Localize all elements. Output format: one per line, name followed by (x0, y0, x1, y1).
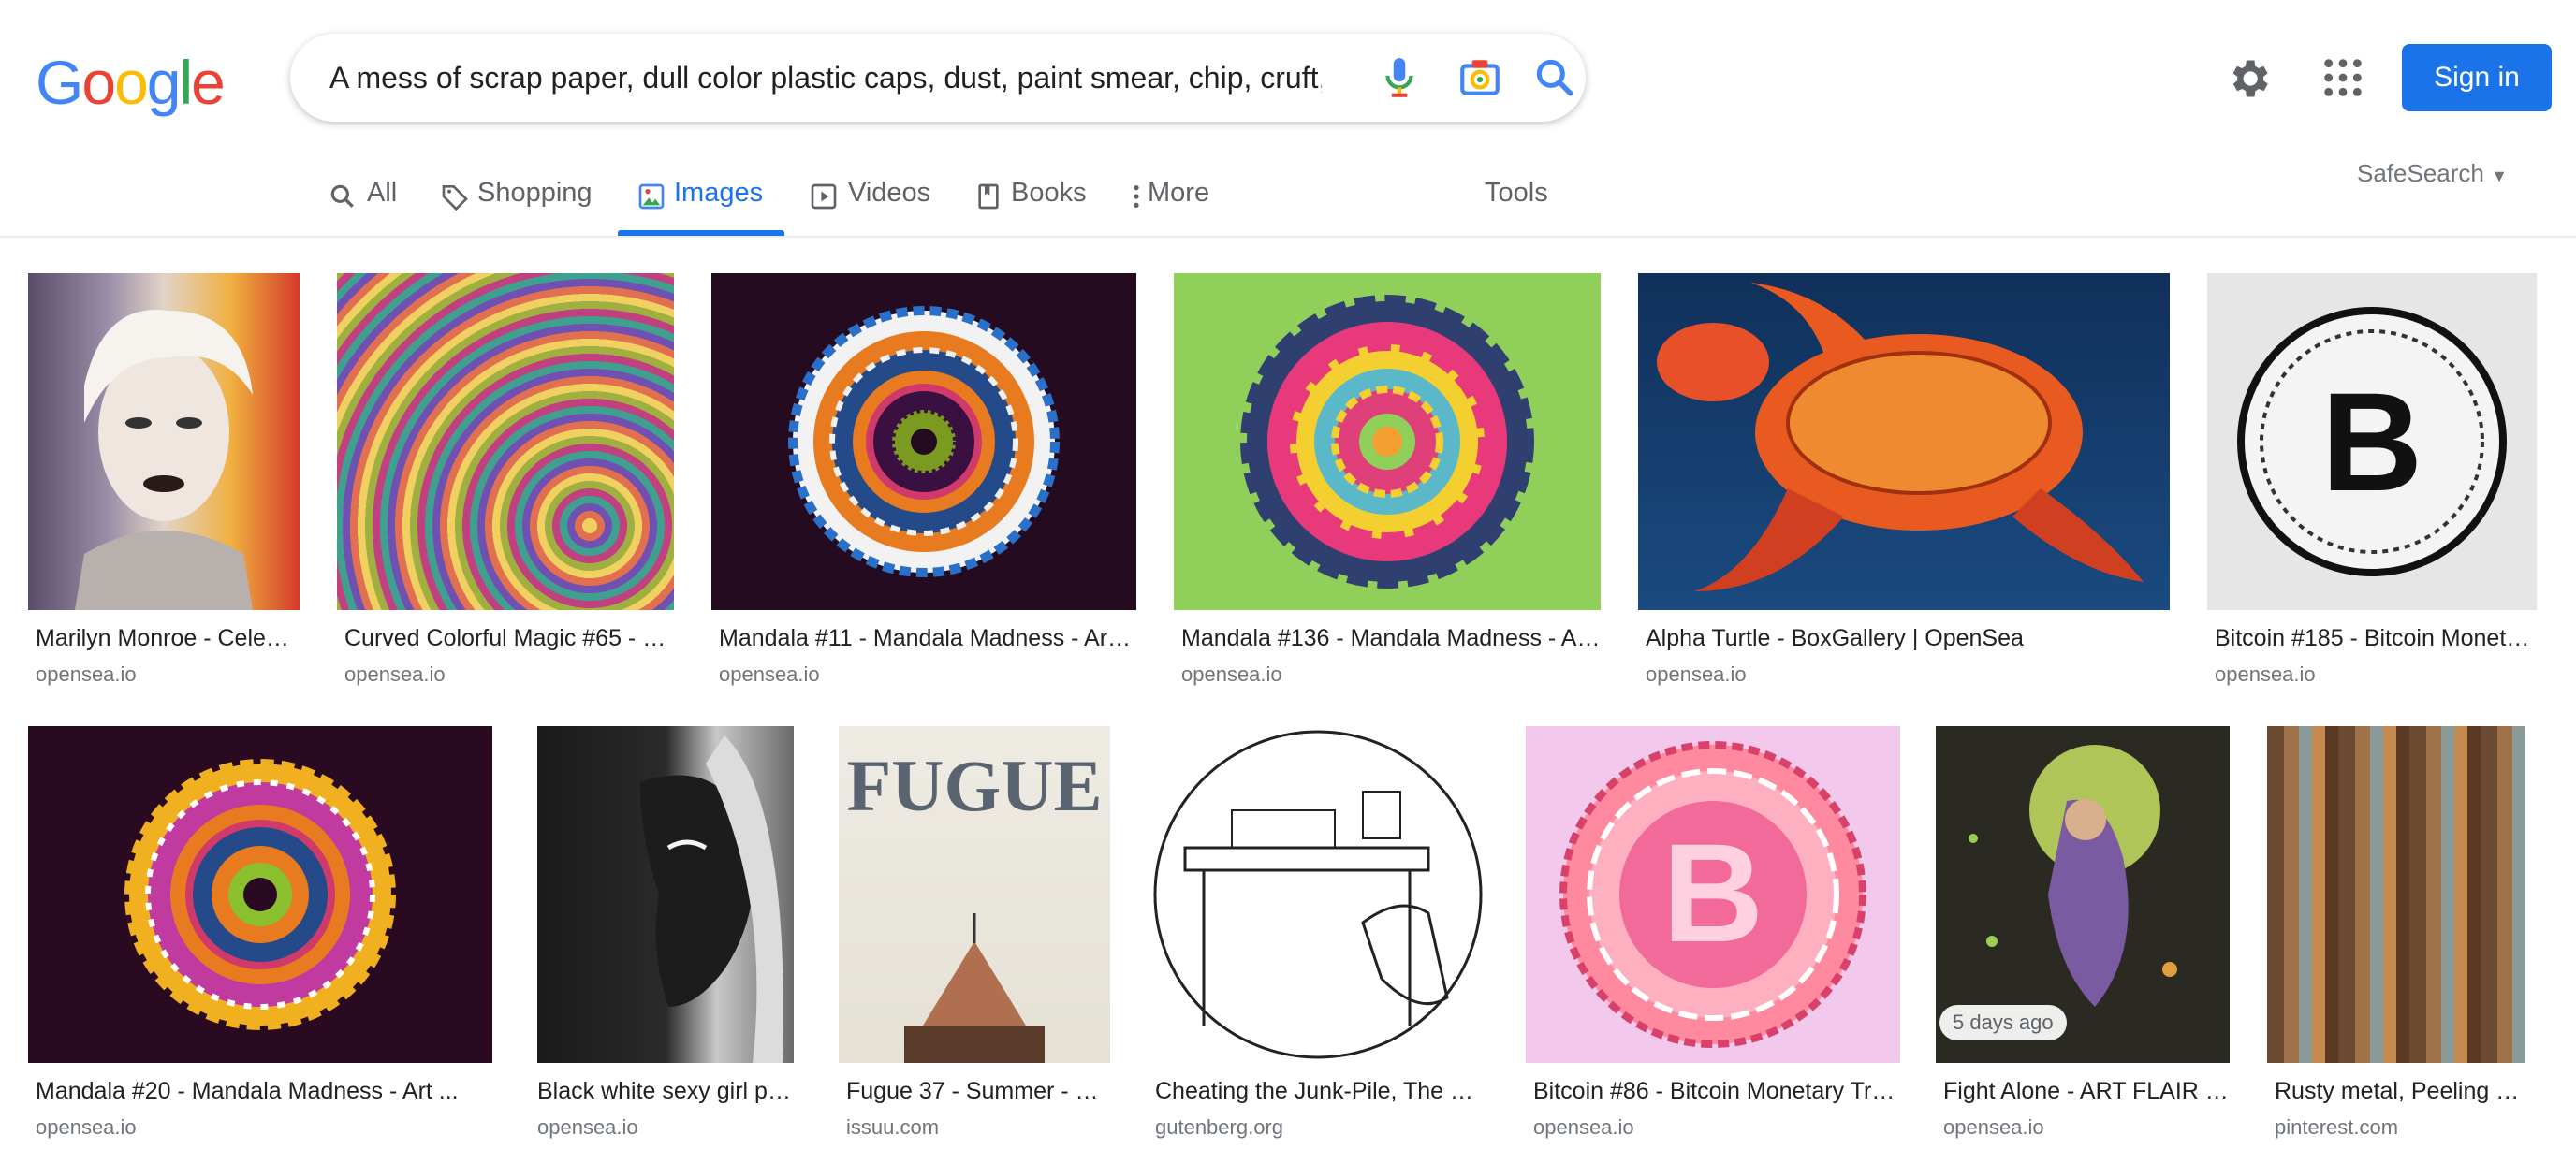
bitcoin-graphic: B (1559, 741, 1866, 1048)
tab-label: Videos (848, 178, 931, 208)
result-image[interactable] (711, 273, 1136, 610)
sign-in-button[interactable]: Sign in (2402, 44, 2552, 111)
result-title[interactable]: Black white sexy girl pa… (537, 1078, 794, 1105)
tab-label: Shopping (477, 178, 593, 208)
book-icon (978, 183, 999, 210)
result-image[interactable]: B (1526, 726, 1900, 1063)
portrait-graphic (640, 735, 783, 1063)
result-title[interactable]: Alpha Turtle - BoxGallery | OpenSea (1646, 625, 2170, 652)
turtle-graphic (1657, 283, 2144, 591)
result-domain: opensea.io (719, 662, 820, 686)
svg-text:B: B (1662, 814, 1764, 971)
result-domain: opensea.io (1533, 1115, 1634, 1139)
apps-grid-icon[interactable] (2321, 56, 2364, 99)
logo-letter: g (146, 48, 182, 117)
result-domain: issuu.com (846, 1115, 940, 1139)
result-image[interactable] (28, 273, 300, 610)
more-vert-icon (1134, 185, 1139, 208)
result-domain: pinterest.com (2275, 1115, 2399, 1139)
cover-title-text: FUGUE (847, 745, 1103, 826)
logo-letter: G (36, 48, 83, 117)
result-title[interactable]: Mandala #11 - Mandala Madness - Art… (719, 625, 1136, 652)
mandala-graphic (124, 759, 396, 1030)
logo-letter: o (114, 48, 149, 117)
play-icon (811, 183, 837, 210)
result-image[interactable] (337, 273, 674, 610)
result-title[interactable]: Mandala #20 - Mandala Madness - Art ... (36, 1078, 492, 1105)
tag-icon (442, 185, 468, 211)
result-domain: opensea.io (1943, 1115, 2044, 1139)
tab-label: All (367, 178, 398, 208)
search-input[interactable]: A mess of scrap paper, dull color plasti… (329, 34, 1322, 122)
portrait-graphic (75, 310, 253, 610)
result-title[interactable]: Marilyn Monroe - Celeb… (36, 625, 300, 652)
result-domain: opensea.io (344, 662, 446, 686)
logo-letter: e (191, 48, 226, 117)
search-box[interactable]: A mess of scrap paper, dull color plasti… (290, 34, 1586, 122)
camera-lens-icon[interactable] (1456, 54, 1503, 101)
google-logo[interactable]: Google (36, 47, 226, 118)
tab-label: Images (674, 178, 764, 208)
mandala-graphic (788, 306, 1060, 577)
result-image[interactable] (1148, 726, 1488, 1063)
result-domain: opensea.io (2215, 662, 2316, 686)
result-domain: gutenberg.org (1155, 1115, 1283, 1139)
safesearch-label: SafeSearch (2357, 159, 2484, 187)
result-domain: opensea.io (537, 1115, 638, 1139)
result-image[interactable] (28, 726, 492, 1063)
tools-button[interactable]: Tools (1485, 178, 1548, 209)
result-title[interactable]: Fugue 37 - Summer - F… (846, 1078, 1110, 1105)
result-image[interactable] (537, 726, 794, 1063)
caret-down-icon: ▼ (2491, 167, 2508, 185)
result-domain: opensea.io (36, 1115, 137, 1139)
magazine-cover-graphic: FUGUE (847, 745, 1103, 1063)
result-title[interactable]: Fight Alone - ART FLAIR |… (1943, 1078, 2230, 1105)
result-image[interactable]: FUGUE (839, 726, 1110, 1063)
result-image[interactable] (2267, 726, 2525, 1063)
logo-letter: l (179, 48, 194, 117)
result-image[interactable]: B (2207, 273, 2537, 610)
safesearch-dropdown[interactable]: SafeSearch ▼ (2357, 159, 2508, 188)
result-title[interactable]: Bitcoin #185 - Bitcoin Monet… (2215, 625, 2537, 652)
settings-gear-icon[interactable] (2224, 54, 2273, 103)
result-title[interactable]: Curved Colorful Magic #65 - … (344, 625, 674, 652)
result-domain: opensea.io (1181, 662, 1282, 686)
result-title[interactable]: Mandala #136 - Mandala Madness - A… (1181, 625, 1601, 652)
result-title[interactable]: Rusty metal, Peeling pa… (2275, 1078, 2525, 1105)
search-icon (330, 184, 354, 208)
bitcoin-graphic: B (2237, 307, 2507, 576)
tab-label: Books (1011, 178, 1087, 208)
logo-letter: o (81, 48, 116, 117)
result-image[interactable]: 5 days ago (1936, 726, 2230, 1063)
time-badge: 5 days ago (1939, 1005, 2067, 1040)
result-image[interactable] (1174, 273, 1601, 610)
result-domain: opensea.io (1646, 662, 1747, 686)
mandala-graphic (1240, 295, 1534, 589)
search-icon[interactable] (1531, 54, 1578, 101)
result-image[interactable] (1638, 273, 2170, 610)
header-divider (0, 236, 2576, 238)
image-icon (638, 183, 665, 210)
microphone-icon[interactable] (1376, 54, 1423, 101)
result-title[interactable]: Cheating the Junk-Pile, The P… (1155, 1078, 1488, 1105)
svg-text:B: B (2321, 363, 2422, 520)
tab-label: More (1148, 178, 1210, 208)
table-drawing-graphic (1153, 730, 1483, 1059)
result-domain: opensea.io (36, 662, 137, 686)
result-title[interactable]: Bitcoin #86 - Bitcoin Monetary Tr… (1533, 1078, 1900, 1105)
